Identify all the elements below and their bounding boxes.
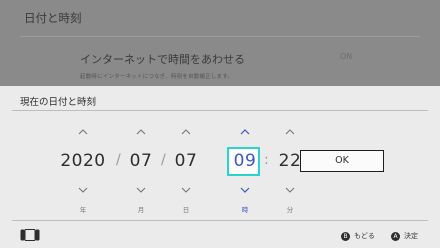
year-unit: 年 [79, 206, 87, 214]
chevron-up-icon[interactable] [78, 127, 88, 137]
chevron-down-icon[interactable] [285, 185, 295, 195]
a-button-icon: A [391, 231, 400, 241]
chevron-down-icon[interactable] [136, 185, 146, 195]
footer-divider [12, 220, 428, 221]
console-icon [20, 229, 40, 241]
day-value: 07 [174, 151, 198, 171]
chevron-up-icon[interactable] [181, 127, 191, 137]
back-label: もどる [354, 232, 375, 240]
chevron-down-icon[interactable] [78, 185, 88, 195]
background-title: 日付と時刻 [24, 11, 82, 25]
back-hint[interactable]: B もどる [341, 231, 375, 241]
background-divider [20, 36, 420, 37]
confirm-label: 決定 [404, 232, 418, 240]
internet-sync-description: 起動時にインターネットにつなぎ、時刻を自動補正します。 [80, 74, 234, 80]
ok-button[interactable]: OK [300, 150, 384, 172]
year-spinner[interactable]: 2020 年 [55, 86, 111, 248]
year-value: 2020 [60, 151, 106, 171]
minute-unit: 分 [286, 206, 294, 214]
internet-sync-toggle: ON [340, 52, 353, 61]
chevron-up-icon[interactable] [285, 127, 295, 137]
chevron-down-icon[interactable] [181, 185, 191, 195]
day-unit: 日 [182, 206, 190, 214]
chevron-up-icon[interactable] [136, 127, 146, 137]
date-time-dialog: 現在の日付と時刻 2020 年 / 07 月 / 07 日 09 時 : 22 … [0, 86, 440, 248]
b-button-icon: B [341, 231, 350, 241]
day-spinner[interactable]: 07 日 [158, 86, 214, 248]
chevron-down-icon[interactable] [240, 185, 250, 195]
chevron-up-icon[interactable] [240, 127, 250, 137]
internet-sync-label: インターネットで時間をあわせる [80, 53, 245, 66]
confirm-hint[interactable]: A 決定 [391, 231, 418, 241]
